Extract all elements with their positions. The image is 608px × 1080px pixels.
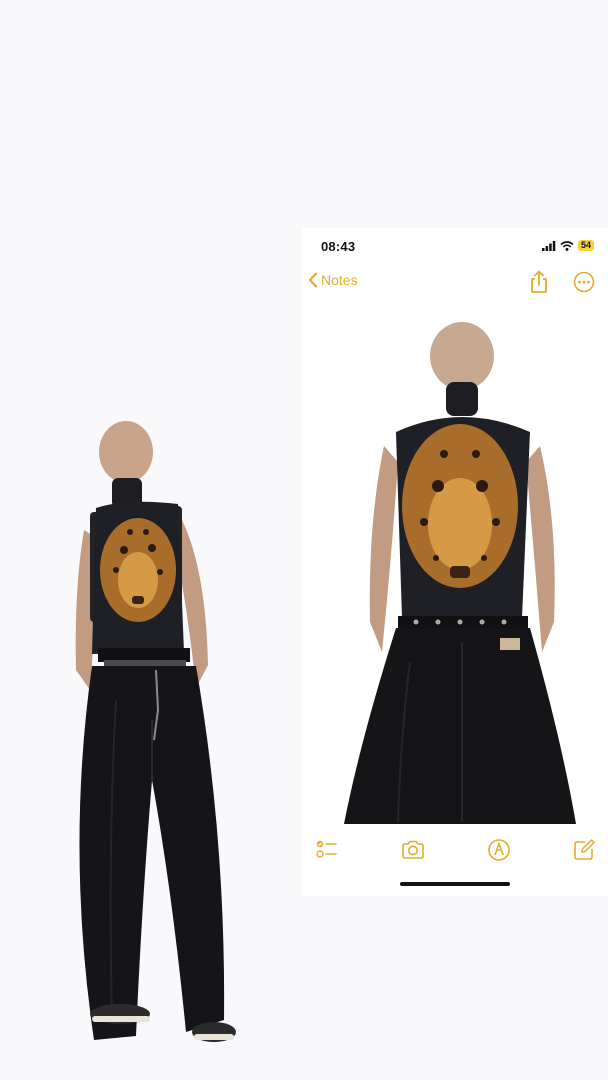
wifi-icon [560,240,574,251]
compose-icon[interactable] [572,838,596,862]
note-image-back-view[interactable] [340,322,584,824]
nav-bar: Notes [302,266,608,300]
status-bar: 08:43 54 [302,228,608,264]
waistband [98,648,190,662]
belt [104,660,186,667]
chevron-left-icon [308,272,318,288]
share-icon[interactable] [528,270,550,294]
home-indicator [400,882,510,886]
ellipsis-circle-icon[interactable] [573,271,595,293]
right-arm [526,446,555,652]
wide-trousers [344,628,576,824]
left-arm [369,446,398,652]
status-icons: 54 [541,240,594,251]
cellular-signal-icon [541,240,556,251]
battery-badge: 54 [577,240,594,251]
markup-pen-icon[interactable] [487,838,511,862]
phone-screenshot: 08:43 54 Notes [302,228,608,896]
bottom-toolbar [302,832,608,868]
camera-icon[interactable] [401,838,425,862]
front-view-photo [75,421,236,1042]
checklist-icon[interactable] [315,838,339,862]
back-label: Notes [321,272,358,288]
back-button[interactable]: Notes [308,272,358,288]
status-time: 08:43 [321,239,356,254]
head [99,421,153,483]
